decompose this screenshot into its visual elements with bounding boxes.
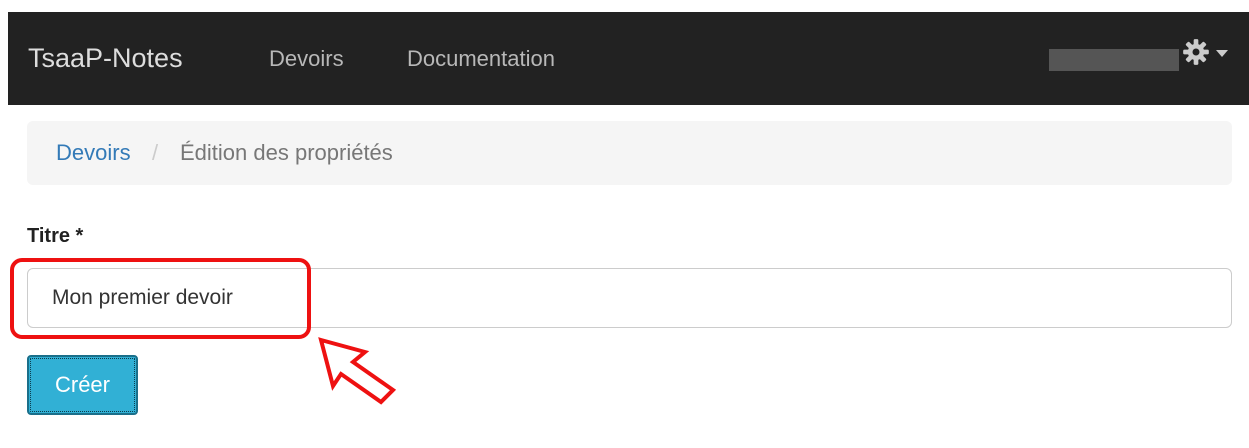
- title-input[interactable]: [27, 268, 1232, 328]
- nav-link-devoirs[interactable]: Devoirs: [269, 12, 344, 105]
- title-label: Titre *: [27, 225, 84, 247]
- breadcrumb: Devoirs / Édition des propriétés: [27, 121, 1232, 185]
- page: TsaaP-Notes Devoirs Documentation Devoir…: [0, 0, 1249, 448]
- breadcrumb-current: Édition des propriétés: [180, 140, 393, 165]
- caret-down-icon[interactable]: [1216, 50, 1228, 57]
- user-name-redacted[interactable]: [1049, 49, 1179, 71]
- annotation-arrow-icon: [318, 337, 397, 405]
- gear-icon[interactable]: [1182, 38, 1210, 66]
- brand-link[interactable]: TsaaP-Notes: [28, 12, 183, 105]
- create-button[interactable]: Créer: [27, 355, 138, 415]
- breadcrumb-link-devoirs[interactable]: Devoirs: [56, 121, 131, 185]
- nav-link-documentation[interactable]: Documentation: [407, 12, 555, 105]
- breadcrumb-separator: /: [152, 140, 159, 165]
- navbar: TsaaP-Notes Devoirs Documentation: [8, 12, 1249, 105]
